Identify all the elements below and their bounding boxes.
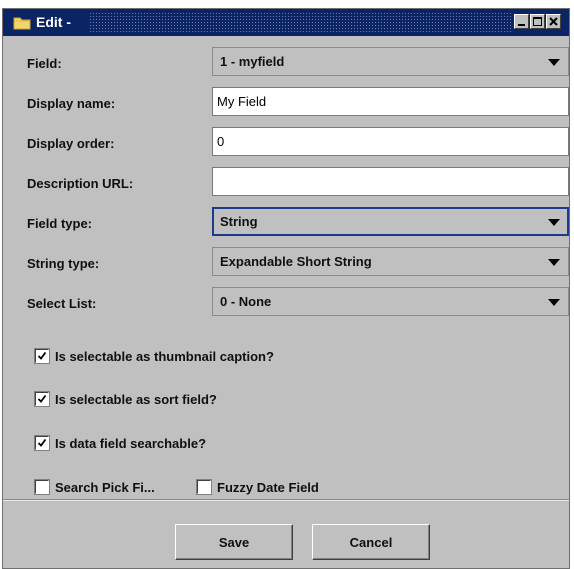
display-name-row: Display name: — [3, 84, 569, 124]
display-name-label: Display name: — [27, 96, 116, 111]
save-button[interactable]: Save — [175, 524, 293, 560]
chevron-down-icon[interactable] — [548, 59, 560, 66]
fuzzy-date-label: Fuzzy Date Field — [217, 479, 319, 495]
thumbnail-caption-option[interactable]: Is selectable as thumbnail caption? — [35, 345, 274, 367]
select-list-label: Select List: — [27, 296, 97, 311]
select-list-select-value: 0 - None — [220, 294, 272, 309]
chevron-down-icon[interactable] — [548, 299, 560, 306]
string-type-select[interactable]: Expandable Short String — [212, 247, 569, 276]
searchable-option[interactable]: Is data field searchable? — [35, 432, 206, 454]
checkmark-icon — [37, 351, 47, 360]
description-url-input[interactable] — [212, 167, 569, 196]
title-bar-pattern — [89, 12, 513, 33]
edit-dialog: Edit - Field: 1 - myfield Display name: … — [2, 8, 570, 569]
window-title: Edit - — [36, 14, 71, 30]
chevron-down-icon[interactable] — [548, 259, 560, 266]
close-icon[interactable] — [546, 14, 561, 29]
fuzzy-date-checkbox[interactable] — [197, 480, 211, 494]
select-list-select[interactable]: 0 - None — [212, 287, 569, 316]
sort-field-label: Is selectable as sort field? — [55, 391, 217, 407]
field-type-select-value: String — [220, 214, 258, 229]
display-order-label: Display order: — [27, 136, 115, 151]
field-type-label: Field type: — [27, 216, 93, 231]
searchable-label: Is data field searchable? — [55, 435, 207, 451]
checkmark-icon — [37, 438, 47, 447]
display-order-input[interactable] — [212, 127, 569, 156]
thumbnail-caption-checkbox[interactable] — [35, 349, 49, 363]
string-type-label: String type: — [27, 256, 100, 271]
search-pick-option[interactable]: Search Pick Fi... — [35, 476, 155, 498]
field-select[interactable]: 1 - myfield — [212, 47, 569, 76]
select-list-row: Select List: 0 - None — [3, 284, 569, 324]
field-type-row: Field type: String — [3, 204, 569, 244]
sort-field-checkbox[interactable] — [35, 392, 49, 406]
maximize-icon[interactable] — [530, 14, 545, 29]
field-label: Field: — [27, 56, 62, 71]
search-pick-checkbox[interactable] — [35, 480, 49, 494]
cancel-button[interactable]: Cancel — [312, 524, 430, 560]
field-row: Field: 1 - myfield — [3, 44, 569, 84]
chevron-down-icon[interactable] — [548, 219, 560, 226]
display-order-row: Display order: — [3, 124, 569, 164]
searchable-checkbox[interactable] — [35, 436, 49, 450]
button-separator — [3, 499, 569, 501]
thumbnail-caption-label: Is selectable as thumbnail caption? — [55, 348, 274, 364]
field-type-select[interactable]: String — [212, 207, 569, 236]
title-bar[interactable]: Edit - — [3, 9, 569, 36]
sort-field-option[interactable]: Is selectable as sort field? — [35, 388, 217, 410]
field-select-value: 1 - myfield — [220, 54, 285, 69]
checkmark-icon — [37, 394, 47, 403]
description-url-label: Description URL: — [27, 176, 134, 191]
folder-icon — [13, 16, 31, 30]
description-url-row: Description URL: — [3, 164, 569, 204]
display-name-input[interactable] — [212, 87, 569, 116]
minimize-icon[interactable] — [514, 14, 529, 29]
search-pick-label: Search Pick Fi... — [55, 479, 155, 495]
string-type-row: String type: Expandable Short String — [3, 244, 569, 284]
fuzzy-date-option[interactable]: Fuzzy Date Field — [197, 476, 319, 498]
string-type-select-value: Expandable Short String — [220, 254, 372, 269]
